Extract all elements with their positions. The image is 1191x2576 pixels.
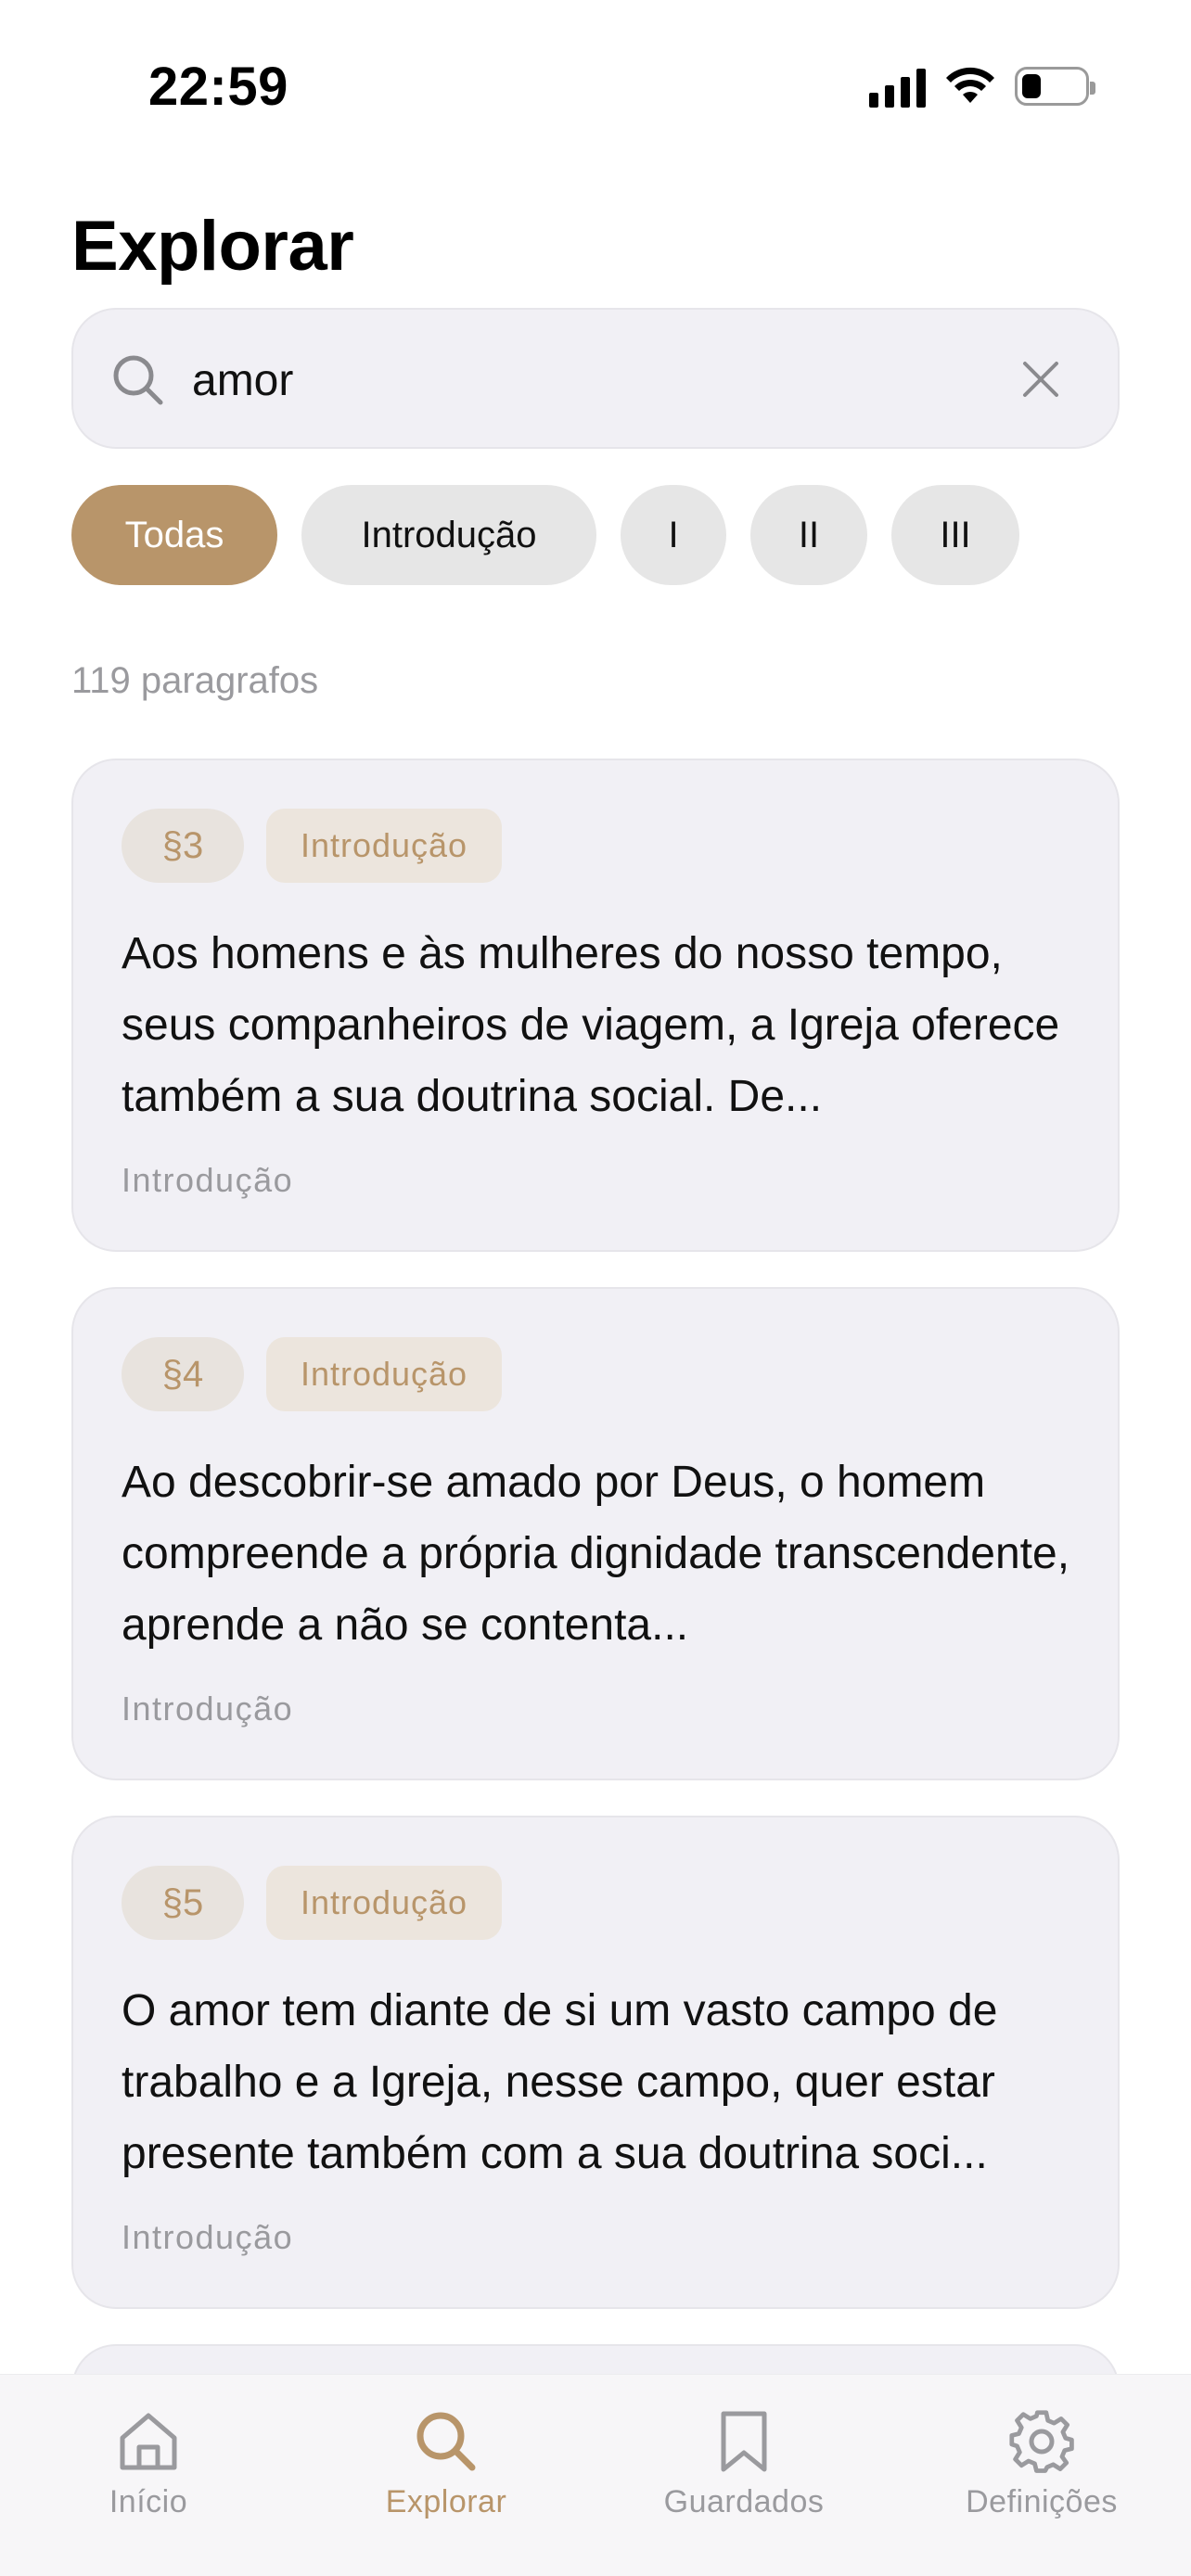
paragraph-number-badge: §3 xyxy=(122,809,244,883)
cellular-signal-icon xyxy=(869,65,926,108)
section-badge: Introdução xyxy=(266,1866,502,1940)
filter-chip-introducao[interactable]: Introdução xyxy=(301,485,596,585)
page-title: Explorar xyxy=(71,207,354,286)
paragraph-text: Aos homens e às mulheres do nosso tempo,… xyxy=(122,929,1060,1121)
tab-label: Início xyxy=(109,2484,188,2519)
section-badge: Introdução xyxy=(266,809,502,883)
filter-chip-i[interactable]: I xyxy=(621,485,726,585)
search-icon xyxy=(113,355,163,405)
paragraph-section: Introdução xyxy=(122,1161,294,1199)
tab-label: Guardados xyxy=(663,2484,825,2519)
home-icon xyxy=(120,2413,177,2470)
search-icon xyxy=(416,2412,476,2471)
paragraph-card[interactable]: §5 Introdução O amor tem diante de si um… xyxy=(71,1816,1120,2309)
search-bar[interactable] xyxy=(71,308,1120,449)
tab-explorar[interactable]: Explorar xyxy=(326,2408,567,2520)
battery-icon xyxy=(1015,67,1095,106)
filter-chips: Todas Introdução I II III xyxy=(71,485,1019,585)
wifi-icon xyxy=(946,67,994,103)
status-time: 22:59 xyxy=(148,57,288,117)
paragraph-number-badge: §5 xyxy=(122,1866,244,1940)
paragraph-card[interactable]: §3 Introdução Aos homens e às mulheres d… xyxy=(71,759,1120,1252)
paragraph-section: Introdução xyxy=(122,2218,294,2256)
gear-icon xyxy=(1009,2410,1074,2473)
status-icons xyxy=(869,65,1095,108)
tab-bar: Início Explorar Guardados Definições xyxy=(0,2374,1191,2576)
filter-chip-todas[interactable]: Todas xyxy=(71,485,277,585)
tab-label: Explorar xyxy=(385,2484,507,2519)
paragraph-number-badge: §4 xyxy=(122,1337,244,1411)
results-count: 119 paragrafos xyxy=(71,660,319,701)
tab-inicio[interactable]: Início xyxy=(28,2408,269,2520)
status-bar: 22:59 xyxy=(0,0,1191,139)
tab-definicoes[interactable]: Definições xyxy=(921,2408,1162,2520)
paragraph-section: Introdução xyxy=(122,1690,294,1728)
paragraph-text: O amor tem diante de si um vasto campo d… xyxy=(122,1986,998,2178)
search-input[interactable] xyxy=(192,345,934,415)
tab-guardados[interactable]: Guardados xyxy=(623,2408,864,2520)
tab-label: Definições xyxy=(966,2484,1118,2519)
paragraph-card[interactable]: §4 Introdução Ao descobrir-se amado por … xyxy=(71,1287,1120,1780)
paragraph-text: Ao descobrir-se amado por Deus, o homem … xyxy=(122,1458,1070,1650)
filter-chip-iii[interactable]: III xyxy=(891,485,1019,585)
section-badge: Introdução xyxy=(266,1337,502,1411)
clear-search-icon[interactable] xyxy=(1018,356,1064,402)
explore-screen: 22:59 Explorar Todas xyxy=(0,0,1191,2576)
bookmark-icon xyxy=(721,2411,767,2472)
filter-chip-ii[interactable]: II xyxy=(750,485,867,585)
